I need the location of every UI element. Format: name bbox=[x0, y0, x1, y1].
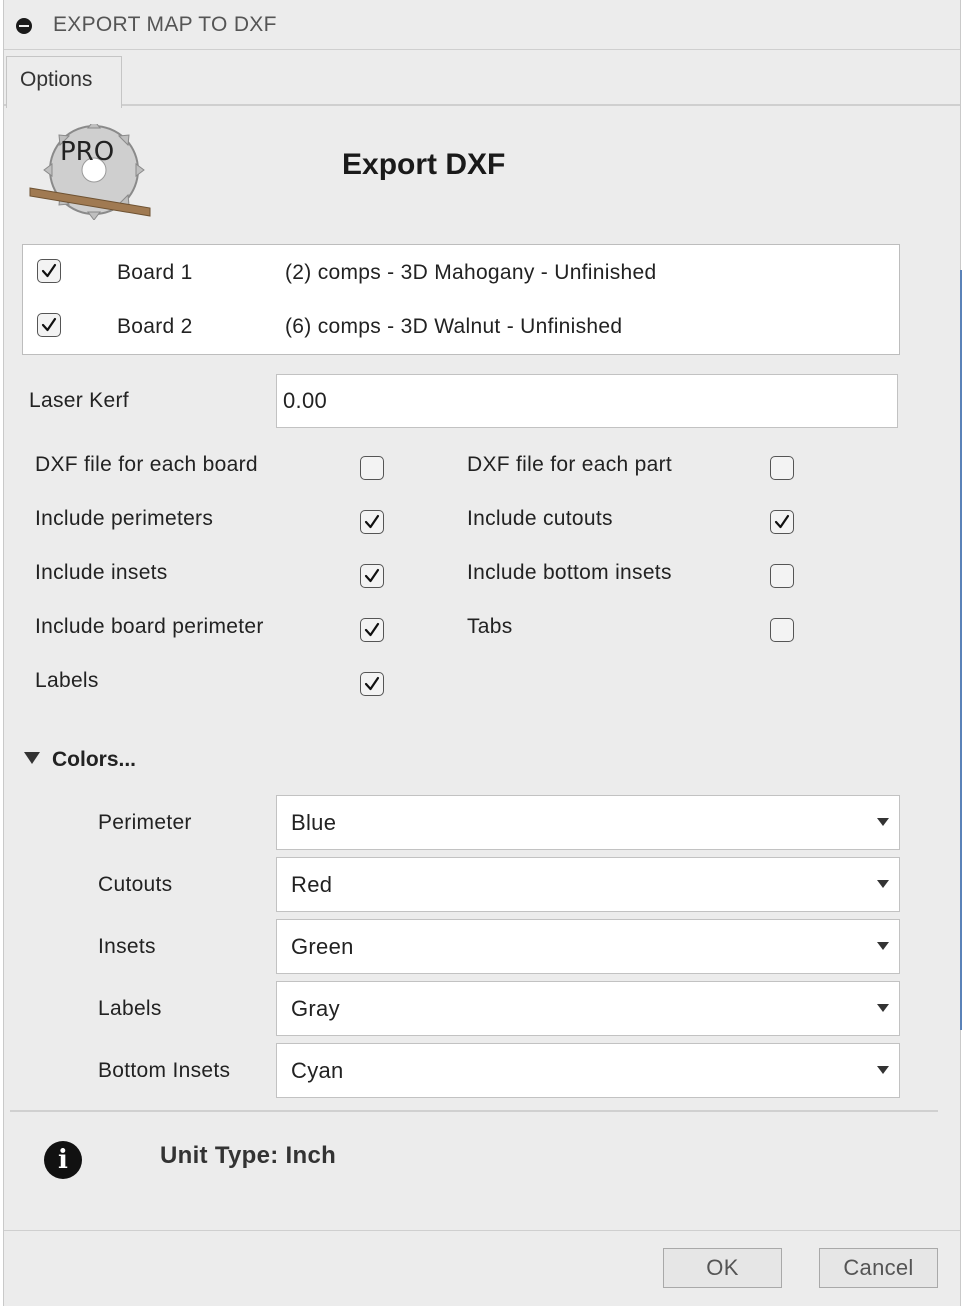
divider bbox=[10, 1110, 938, 1112]
labels-color-select[interactable]: Gray bbox=[276, 981, 900, 1036]
laser-kerf-label: Laser Kerf bbox=[29, 389, 129, 412]
include-cutouts-checkbox[interactable] bbox=[770, 510, 794, 534]
dropdown-arrow-icon bbox=[877, 942, 889, 950]
color-label: Labels bbox=[98, 997, 162, 1020]
color-label: Cutouts bbox=[98, 873, 173, 896]
dropdown-arrow-icon bbox=[877, 880, 889, 888]
board-name: Board 2 bbox=[117, 315, 193, 338]
collapse-icon[interactable] bbox=[16, 18, 32, 34]
board-name: Board 1 bbox=[117, 261, 193, 284]
board-row[interactable]: Board 2 (6) comps - 3D Walnut - Unfinish… bbox=[23, 313, 899, 343]
board-description: (2) comps - 3D Mahogany - Unfinished bbox=[285, 261, 657, 284]
board-2-checkbox[interactable] bbox=[37, 313, 61, 337]
include-bottom-insets-checkbox[interactable] bbox=[770, 564, 794, 588]
labels-checkbox[interactable] bbox=[360, 672, 384, 696]
option-label: DXF file for each part bbox=[467, 453, 673, 476]
option-label: Labels bbox=[35, 669, 99, 692]
include-board-perimeter-checkbox[interactable] bbox=[360, 618, 384, 642]
info-icon: i bbox=[44, 1141, 82, 1179]
option-label: Include insets bbox=[35, 561, 168, 584]
select-value: Red bbox=[291, 872, 333, 897]
board-row[interactable]: Board 1 (2) comps - 3D Mahogany - Unfini… bbox=[23, 259, 899, 289]
disclosure-triangle-icon bbox=[24, 752, 40, 764]
tab-strip: Options bbox=[4, 50, 960, 108]
option-label: Include bottom insets bbox=[467, 561, 672, 584]
unit-type-text: Unit Type: Inch bbox=[160, 1142, 337, 1169]
color-label: Perimeter bbox=[98, 811, 192, 834]
checkmark-icon bbox=[774, 514, 790, 529]
option-label: DXF file for each board bbox=[35, 453, 258, 476]
perimeter-color-select[interactable]: Blue bbox=[276, 795, 900, 850]
checkmark-icon bbox=[364, 568, 380, 583]
colors-section-toggle[interactable]: Colors... bbox=[24, 748, 136, 776]
dropdown-arrow-icon bbox=[877, 1066, 889, 1074]
include-perimeters-checkbox[interactable] bbox=[360, 510, 384, 534]
color-label: Insets bbox=[98, 935, 156, 958]
board-1-checkbox[interactable] bbox=[37, 259, 61, 283]
cancel-button[interactable]: Cancel bbox=[819, 1248, 938, 1288]
dropdown-arrow-icon bbox=[877, 818, 889, 826]
option-label: Include board perimeter bbox=[35, 615, 264, 638]
window-edge bbox=[960, 270, 962, 1030]
logo-text: PRO bbox=[60, 137, 114, 167]
ok-button[interactable]: OK bbox=[663, 1248, 782, 1288]
cutouts-color-select[interactable]: Red bbox=[276, 857, 900, 912]
select-value: Cyan bbox=[291, 1058, 344, 1083]
select-value: Green bbox=[291, 934, 354, 959]
option-label: Tabs bbox=[467, 615, 513, 638]
checkmark-icon bbox=[364, 622, 380, 637]
laser-kerf-input[interactable]: 0.00 bbox=[276, 374, 898, 428]
option-label: Include perimeters bbox=[35, 507, 214, 530]
checkmark-icon bbox=[364, 514, 380, 529]
export-dxf-dialog: EXPORT MAP TO DXF Options PRO Export DXF bbox=[3, 0, 961, 1306]
option-label: Include cutouts bbox=[467, 507, 613, 530]
checkmark-icon bbox=[364, 676, 380, 691]
tabs-checkbox[interactable] bbox=[770, 618, 794, 642]
board-description: (6) comps - 3D Walnut - Unfinished bbox=[285, 315, 623, 338]
pro-logo: PRO bbox=[29, 124, 151, 220]
dxf-each-board-checkbox[interactable] bbox=[360, 456, 384, 480]
include-insets-checkbox[interactable] bbox=[360, 564, 384, 588]
dialog-heading: Export DXF bbox=[342, 148, 506, 181]
window-title: EXPORT MAP TO DXF bbox=[53, 13, 277, 36]
dropdown-arrow-icon bbox=[877, 1004, 889, 1012]
select-value: Blue bbox=[291, 810, 337, 835]
checkmark-icon bbox=[41, 317, 57, 332]
tab-options[interactable]: Options bbox=[6, 56, 122, 108]
title-bar: EXPORT MAP TO DXF bbox=[4, 0, 960, 50]
footer-divider bbox=[4, 1230, 960, 1231]
board-list: Board 1 (2) comps - 3D Mahogany - Unfini… bbox=[22, 244, 900, 355]
insets-color-select[interactable]: Green bbox=[276, 919, 900, 974]
color-label: Bottom Insets bbox=[98, 1059, 231, 1082]
bottom-insets-color-select[interactable]: Cyan bbox=[276, 1043, 900, 1098]
dxf-each-part-checkbox[interactable] bbox=[770, 456, 794, 480]
checkmark-icon bbox=[41, 263, 57, 278]
select-value: Gray bbox=[291, 996, 340, 1021]
colors-section-label: Colors... bbox=[52, 748, 137, 771]
